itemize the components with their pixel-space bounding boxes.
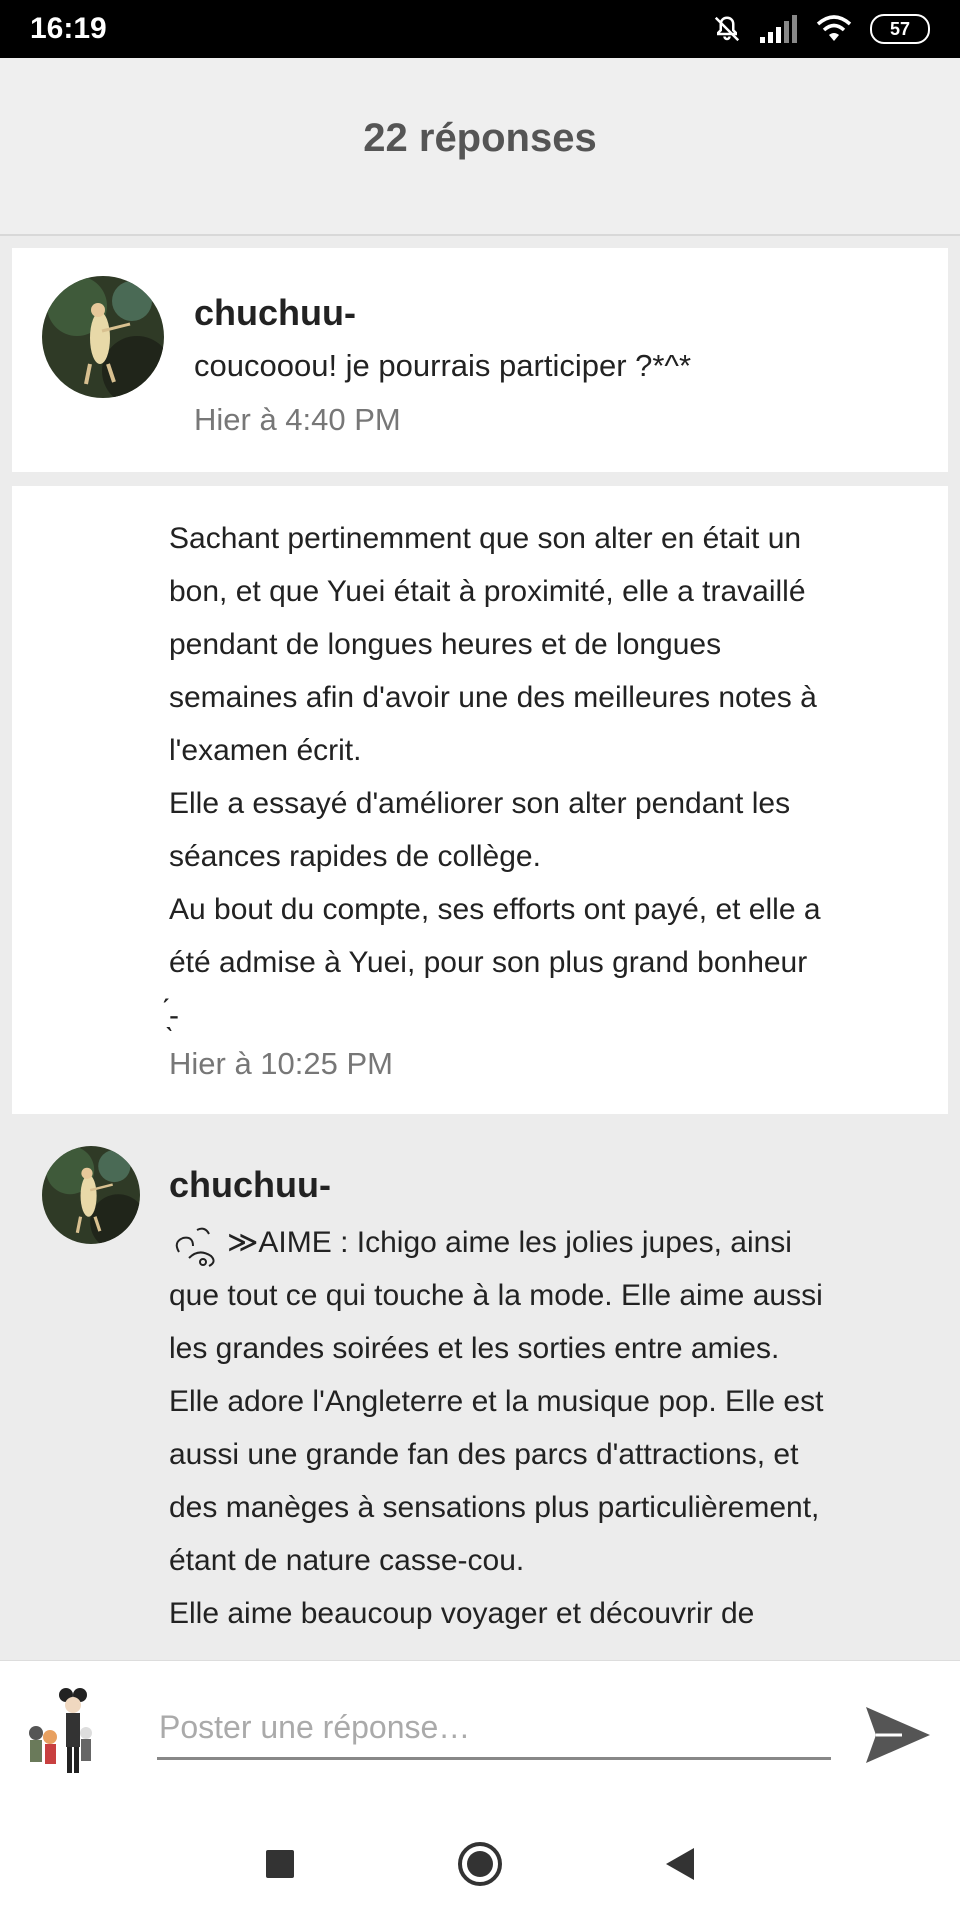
status-icons: 57 bbox=[712, 0, 930, 58]
reply-card[interactable]: chuchuu- coucooou! je pourrais participe… bbox=[12, 248, 948, 472]
reply-text: Sachant pertinemment que son alter en ét… bbox=[169, 522, 821, 1032]
battery-icon: 57 bbox=[870, 14, 930, 44]
reply-username[interactable]: chuchuu- bbox=[169, 1164, 331, 1206]
avatar[interactable] bbox=[42, 276, 164, 398]
wifi-icon bbox=[816, 15, 852, 41]
home-circle-icon[interactable] bbox=[450, 1834, 510, 1894]
status-bar: 16:19 57 bbox=[0, 0, 960, 58]
header: 22 réponses bbox=[0, 58, 960, 236]
reply-text: ≫AIME : Ichigo aime les jolies jupes, ai… bbox=[169, 1226, 824, 1630]
user-avatar[interactable] bbox=[20, 1685, 92, 1781]
send-icon[interactable] bbox=[862, 1699, 934, 1771]
system-nav-bar bbox=[0, 1804, 960, 1920]
recents-square-icon[interactable] bbox=[250, 1834, 310, 1894]
reply-timestamp: Hier à 4:40 PM bbox=[194, 402, 401, 437]
page-title: 22 réponses bbox=[363, 116, 597, 160]
reply-input[interactable] bbox=[157, 1697, 831, 1760]
reply-card[interactable]: Sachant pertinemment que son alter en ét… bbox=[12, 486, 948, 1114]
reply-text: coucooou! je pourrais participer ?*^* bbox=[194, 348, 692, 383]
bell-muted-icon bbox=[714, 16, 740, 42]
reply-composer bbox=[0, 1660, 960, 1805]
reply-card[interactable]: chuchuu- ≫AIME : Ichigo aime les jolies … bbox=[0, 1114, 960, 1662]
signal-icon bbox=[760, 15, 797, 43]
avatar[interactable] bbox=[42, 1146, 140, 1244]
reply-timestamp: Hier à 10:25 PM bbox=[169, 1046, 393, 1081]
status-time: 16:19 bbox=[30, 12, 107, 45]
reply-username[interactable]: chuchuu- bbox=[194, 292, 356, 334]
back-triangle-icon[interactable] bbox=[650, 1834, 710, 1894]
